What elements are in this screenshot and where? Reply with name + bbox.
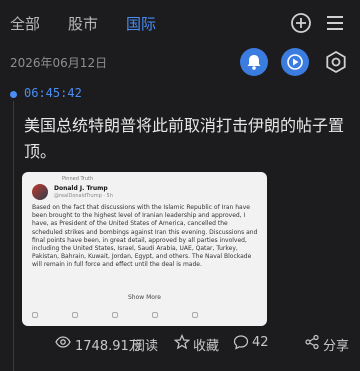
bookmark-icon (152, 312, 158, 318)
post-action-row (32, 312, 260, 320)
embedded-post-image[interactable]: Pinned Truth Donald J. Trump @realDonald… (22, 172, 267, 326)
post-author-handle: @realDonaldTrump · 5h (54, 193, 113, 199)
share-icon (192, 312, 198, 318)
reply-icon (32, 312, 38, 318)
avatar (32, 184, 48, 200)
play-icon (287, 54, 303, 70)
settings-icon[interactable] (324, 50, 348, 74)
show-more-link: Show More (128, 294, 161, 301)
news-time: 06:45:42 (24, 86, 82, 100)
bell-icon (247, 55, 261, 70)
stats-bar: 1748.91万 阅读 收藏 42 分享 (0, 331, 360, 355)
timeline-dot (10, 91, 17, 98)
like-icon (112, 312, 118, 318)
comments-count[interactable]: 42 (252, 335, 269, 350)
post-body: Based on the fact that discussions with … (32, 204, 258, 269)
play-button[interactable] (281, 48, 309, 76)
views-label: 阅读 (132, 339, 159, 354)
menu-icon[interactable] (324, 12, 346, 34)
post-author-name: Donald J. Trump (54, 185, 108, 192)
tab-stocks[interactable]: 股市 (68, 13, 98, 34)
plus-circle-icon[interactable] (290, 12, 312, 34)
share-icon[interactable] (304, 334, 320, 350)
share-button[interactable]: 分享 (323, 335, 349, 354)
top-tab-bar: 全部 股市 国际 (0, 0, 360, 46)
repost-icon (72, 312, 78, 318)
news-headline[interactable]: 美国总统特朗普将此前取消打击伊朗的帖子置顶。 (24, 113, 354, 165)
date-header: 2026年06月12日 (10, 56, 108, 70)
pinned-label: Pinned Truth (62, 176, 94, 182)
eye-icon (55, 336, 71, 348)
star-icon[interactable] (174, 334, 190, 350)
favorite-button[interactable]: 收藏 (193, 335, 219, 354)
comment-icon[interactable] (233, 334, 249, 350)
notification-button[interactable] (240, 48, 268, 76)
tab-international[interactable]: 国际 (126, 13, 156, 34)
tab-all[interactable]: 全部 (10, 13, 40, 34)
